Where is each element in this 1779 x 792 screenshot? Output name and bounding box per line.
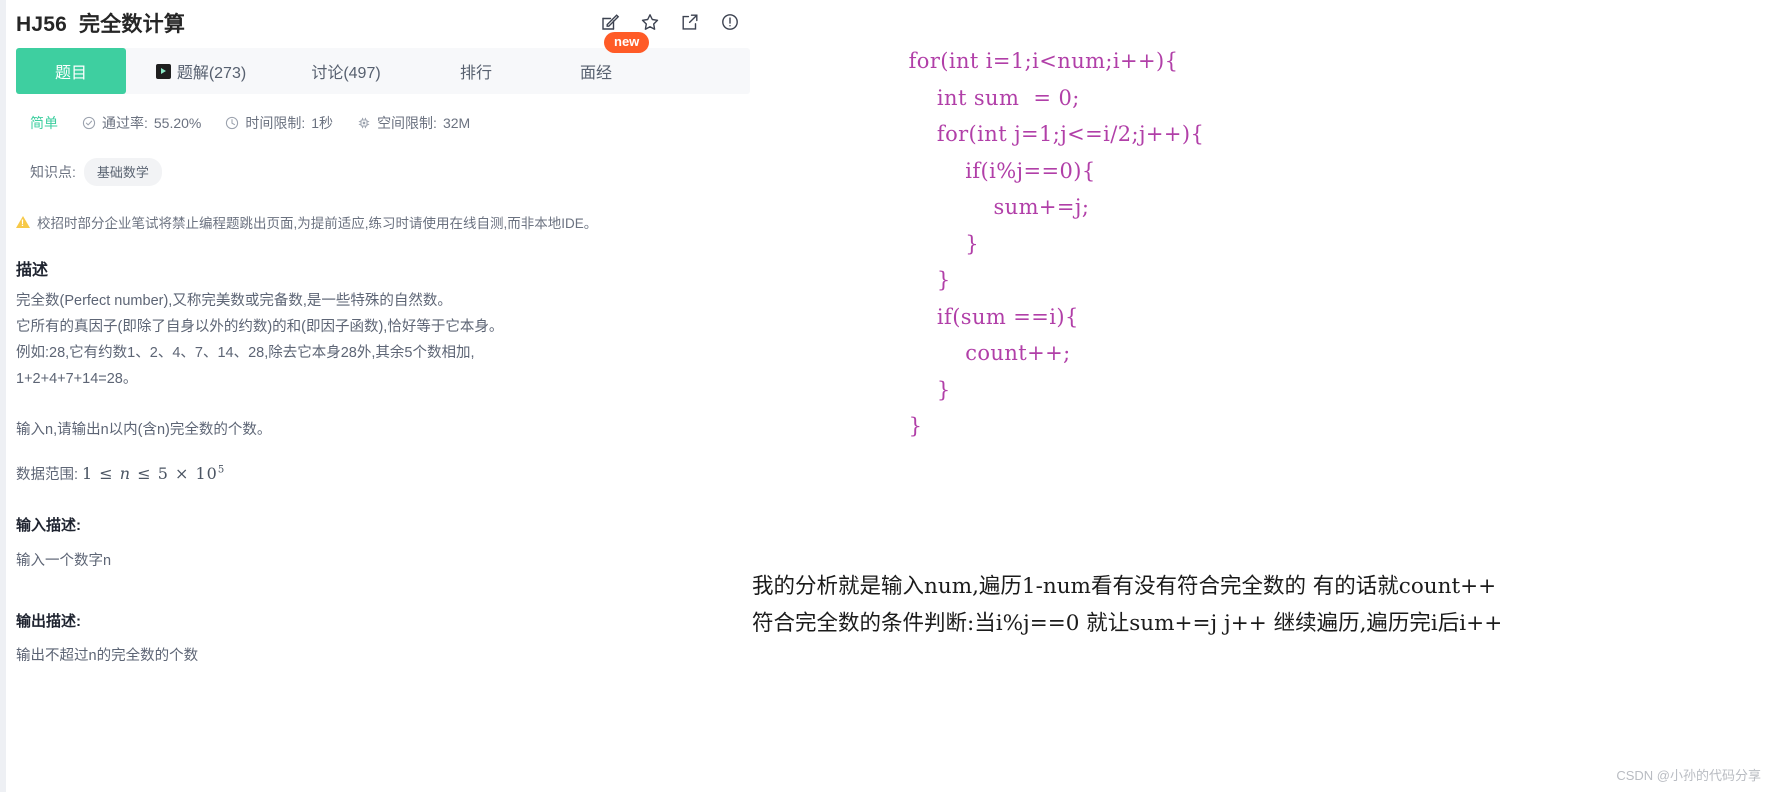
meta-pass-rate-label: 通过率: — [102, 115, 148, 131]
tab-problem[interactable]: 题目 — [16, 48, 126, 94]
meta-space-limit-label: 空间限制: — [377, 115, 437, 131]
tab-interview[interactable]: 面经 — [536, 48, 656, 94]
tab-ranking-label: 排行 — [459, 65, 492, 82]
code-snippet: for(int i=1;i<num;i++){ int sum = 0; for… — [908, 49, 1205, 438]
watermark: CSDN @小孙的代码分享 — [1616, 768, 1761, 783]
knowledge-points-label: 知识点: — [30, 164, 76, 180]
exam-notice: 校招时部分企业笔试将禁止编程题跳出页面,为提前适应,练习时请使用在线自测,而非本… — [16, 212, 597, 232]
left-edge-rail — [0, 0, 6, 792]
problem-meta: 简单 通过率: 55.20% 时间限制: 1秒 空间限制: 32M — [30, 113, 470, 133]
tab-ranking[interactable]: 排行 — [416, 48, 536, 94]
chip-icon — [358, 117, 370, 129]
page-title: HJ56 完全数计算 — [16, 8, 185, 38]
output-description-heading: 输出描述: — [16, 613, 81, 630]
description-heading: 描述 — [16, 262, 49, 279]
analysis-text: 我的分析就是输入num,遍历1-num看有没有符合完全数的 有的话就count+… — [752, 574, 1503, 636]
meta-time-limit-label: 时间限制: — [245, 115, 306, 131]
difficulty-label: 简单 — [30, 115, 58, 131]
tab-solutions[interactable]: 题解(273) — [126, 48, 276, 94]
meta-time-limit-value: 1秒 — [311, 115, 334, 131]
meta-pass-rate-value: 55.20% — [153, 115, 202, 131]
favorite-star-icon[interactable] — [640, 12, 660, 32]
tab-discussion-label: 讨论(497) — [311, 65, 381, 82]
tab-solutions-label: 题解(273) — [176, 65, 247, 82]
data-range-exponent: 5 — [217, 464, 226, 476]
data-range-expression: 1 ≤ n ≤ 5 × 105 — [82, 464, 226, 483]
share-external-icon[interactable] — [680, 12, 700, 32]
input-description-heading: 输入描述: — [16, 517, 81, 534]
tab-discussion[interactable]: 讨论(497) — [276, 48, 416, 94]
tab-bar: 题目 题解(273) 讨论(497) 排行 面经 — [16, 48, 750, 94]
clock-icon — [226, 116, 239, 130]
title-actions — [600, 12, 740, 32]
exam-notice-text: 校招时部分企业笔试将禁止编程题跳出页面,为提前适应,练习时请使用在线自测,而非本… — [37, 216, 598, 231]
meta-space-limit-value: 32M — [442, 115, 471, 131]
report-info-icon[interactable] — [720, 12, 740, 32]
input-description-body: 输入一个数字n — [16, 553, 112, 569]
data-range-label: 数据范围: — [16, 467, 79, 483]
knowledge-tag-basic-math[interactable]: 基础数学 — [83, 158, 162, 186]
description-body: 完全数(Perfect number),又称完美数或完备数,是一些特殊的自然数。… — [16, 293, 504, 387]
notes-panel: for(int i=1;i<num;i++){ int sum = 0; for… — [752, 0, 1779, 792]
data-range-line: 数据范围: 1 ≤ n ≤ 5 × 105 — [16, 463, 225, 484]
output-description-body: 输出不超过n的完全数的个数 — [16, 648, 199, 664]
tab-interview-label: 面经 — [579, 65, 612, 82]
edit-note-icon[interactable] — [600, 12, 620, 32]
warning-icon — [16, 216, 30, 228]
description-body-2: 输入n,请输出n以内(含n)完全数的个数。 — [16, 422, 272, 438]
title-row: HJ56 完全数计算 — [16, 6, 836, 48]
tab-problem-label: 题目 — [54, 65, 87, 82]
video-icon — [155, 63, 171, 79]
problem-id: HJ56 — [16, 13, 68, 36]
knowledge-points-row: 知识点: 基础数学 — [30, 158, 162, 186]
new-badge: new — [604, 32, 650, 53]
problem-panel: HJ56 完全数计算 题目 题解(273) 讨论(497) 排行 面经 new … — [0, 0, 852, 792]
meta-pass-rate: 通过率: 55.20% — [82, 113, 201, 133]
problem-title-text: 完全数计算 — [79, 13, 186, 36]
check-circle-icon — [82, 116, 96, 130]
meta-space-limit: 空间限制: 32M — [357, 113, 470, 133]
meta-time-limit: 时间限制: 1秒 — [225, 113, 333, 133]
